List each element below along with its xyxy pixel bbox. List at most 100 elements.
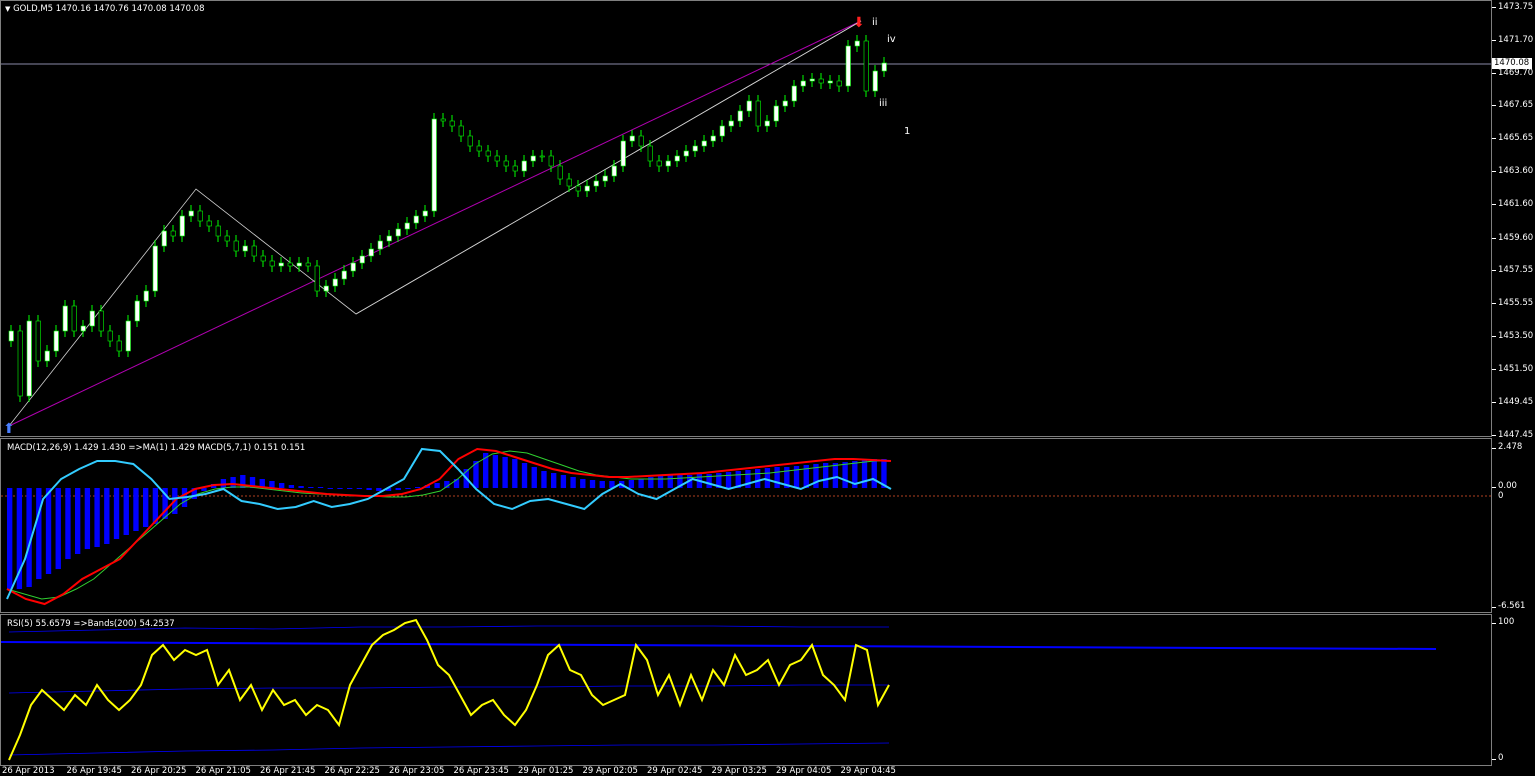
- macd-histogram-bar: [94, 488, 100, 547]
- macd-pane[interactable]: MACD(12,26,9) 1.429 1.430 =>MA(1) 1.429 …: [0, 438, 1492, 613]
- macd-histogram-bar: [560, 475, 567, 488]
- candle-body: [881, 62, 887, 72]
- rsi-plot: [1, 618, 1437, 761]
- candle-body: [17, 330, 23, 397]
- rsi-pane[interactable]: RSI(5) 55.6579 =>Bands(200) 54.2537: [0, 614, 1492, 766]
- candle-body: [782, 100, 788, 107]
- macd-histogram-bar: [434, 483, 440, 488]
- price-tickmark: [1492, 238, 1496, 239]
- price-tick: 1461.60: [1498, 199, 1534, 209]
- candle-body: [719, 125, 725, 137]
- macd-histogram-bar: [638, 479, 644, 488]
- macd-histogram-bar: [36, 488, 42, 579]
- candle-body: [503, 160, 509, 167]
- candle-body: [584, 185, 590, 192]
- price-tickmark: [1492, 171, 1496, 172]
- macd-histogram-bar: [230, 477, 236, 488]
- candle-body: [44, 350, 50, 362]
- candle-body: [8, 330, 14, 342]
- candle-body: [548, 155, 554, 167]
- macd-histogram-bar: [589, 480, 596, 488]
- macd-histogram-bar: [725, 472, 732, 488]
- macd-histogram-bar: [317, 487, 324, 488]
- price-tick: 1471.70: [1498, 35, 1534, 45]
- candle-body: [683, 150, 689, 157]
- macd-histogram-bar: [832, 463, 839, 488]
- time-tick: 26 Apr 19:45: [66, 766, 122, 776]
- candle-body: [368, 248, 374, 257]
- candle-body: [620, 140, 626, 167]
- macd-histogram-bar: [123, 488, 129, 535]
- macd-histogram-bar: [521, 463, 528, 488]
- macd-histogram-bar: [745, 470, 751, 488]
- candle-body: [755, 100, 761, 127]
- macd-histogram-bar: [113, 488, 120, 539]
- macd-ma-line: [6, 450, 891, 600]
- macd-histogram-bar: [492, 455, 499, 488]
- macd-histogram-bar: [395, 488, 401, 490]
- candle-body: [827, 80, 833, 84]
- candle-body: [656, 160, 662, 167]
- macd-histogram-bar: [104, 488, 110, 544]
- time-tick: 29 Apr 04:05: [776, 766, 832, 776]
- candle-body: [539, 155, 545, 158]
- candle-body: [467, 135, 473, 147]
- time-axis: 26 Apr 2013 26 Apr 19:45 26 Apr 20:25 26 Ap…: [0, 766, 1492, 776]
- candle-body: [845, 45, 851, 87]
- macd-histogram-bar: [279, 483, 285, 488]
- macd-histogram-bar: [366, 488, 372, 490]
- time-tick: 29 Apr 03:25: [711, 766, 767, 776]
- candle-body: [422, 210, 428, 217]
- price-tickmark: [1492, 435, 1496, 436]
- candle-body: [98, 310, 104, 332]
- candle-body: [233, 240, 239, 252]
- candle-body: [692, 145, 698, 152]
- candle-body: [629, 135, 635, 142]
- candle-body: [674, 155, 680, 162]
- rsi-upper-band: [8, 625, 889, 633]
- price-tick: 1469.70: [1498, 68, 1534, 78]
- rsi-tick: 0: [1498, 753, 1504, 763]
- candle-body: [764, 120, 770, 127]
- price-tickmark: [1492, 303, 1496, 304]
- candle-body: [404, 222, 410, 230]
- time-tick: 29 Apr 02:45: [647, 766, 703, 776]
- candle-body: [278, 262, 284, 267]
- candle-body: [458, 125, 464, 137]
- price-chart-pane[interactable]: ▼ GOLD,M5 1470.16 1470.76 1470.08 1470.0…: [0, 0, 1492, 437]
- candle-body: [35, 320, 41, 362]
- candle-body: [521, 160, 527, 172]
- candle-body: [566, 178, 572, 187]
- candle-body: [287, 262, 293, 267]
- candle-body: [143, 290, 149, 302]
- trendline-lower: [8, 20, 862, 427]
- candle-body: [359, 255, 365, 264]
- price-tick: 1463.60: [1498, 166, 1534, 176]
- price-tickmark: [1492, 138, 1496, 139]
- macd-histogram-bar: [415, 487, 421, 488]
- macd-histogram-bar: [531, 467, 537, 488]
- wave-label-iv: iv: [887, 34, 896, 45]
- price-tick: 1465.65: [1498, 133, 1534, 143]
- price-tick: 1455.55: [1498, 298, 1534, 308]
- candle-body: [116, 340, 122, 352]
- candle-body: [791, 85, 797, 102]
- time-tick: 26 Apr 23:05: [389, 766, 445, 776]
- candle-body: [800, 80, 806, 87]
- macd-axis: 2.478 0.00 0 -6.561: [1492, 438, 1535, 613]
- macd-histogram-bar: [774, 467, 780, 488]
- macd-histogram-bar: [628, 480, 635, 488]
- candle-body: [251, 245, 257, 257]
- candle-body: [161, 230, 167, 247]
- candle-body: [575, 185, 581, 192]
- candle-body: [836, 80, 842, 87]
- time-tick: 29 Apr 02:05: [582, 766, 638, 776]
- candle-body: [395, 228, 401, 237]
- candle-body: [413, 215, 419, 224]
- macd-tick: 0: [1498, 491, 1504, 501]
- candle-body: [728, 120, 734, 127]
- candle-body: [377, 240, 383, 250]
- price-tickmark: [1492, 204, 1496, 205]
- candle-body: [260, 255, 266, 262]
- time-tick: 26 Apr 2013: [2, 766, 55, 776]
